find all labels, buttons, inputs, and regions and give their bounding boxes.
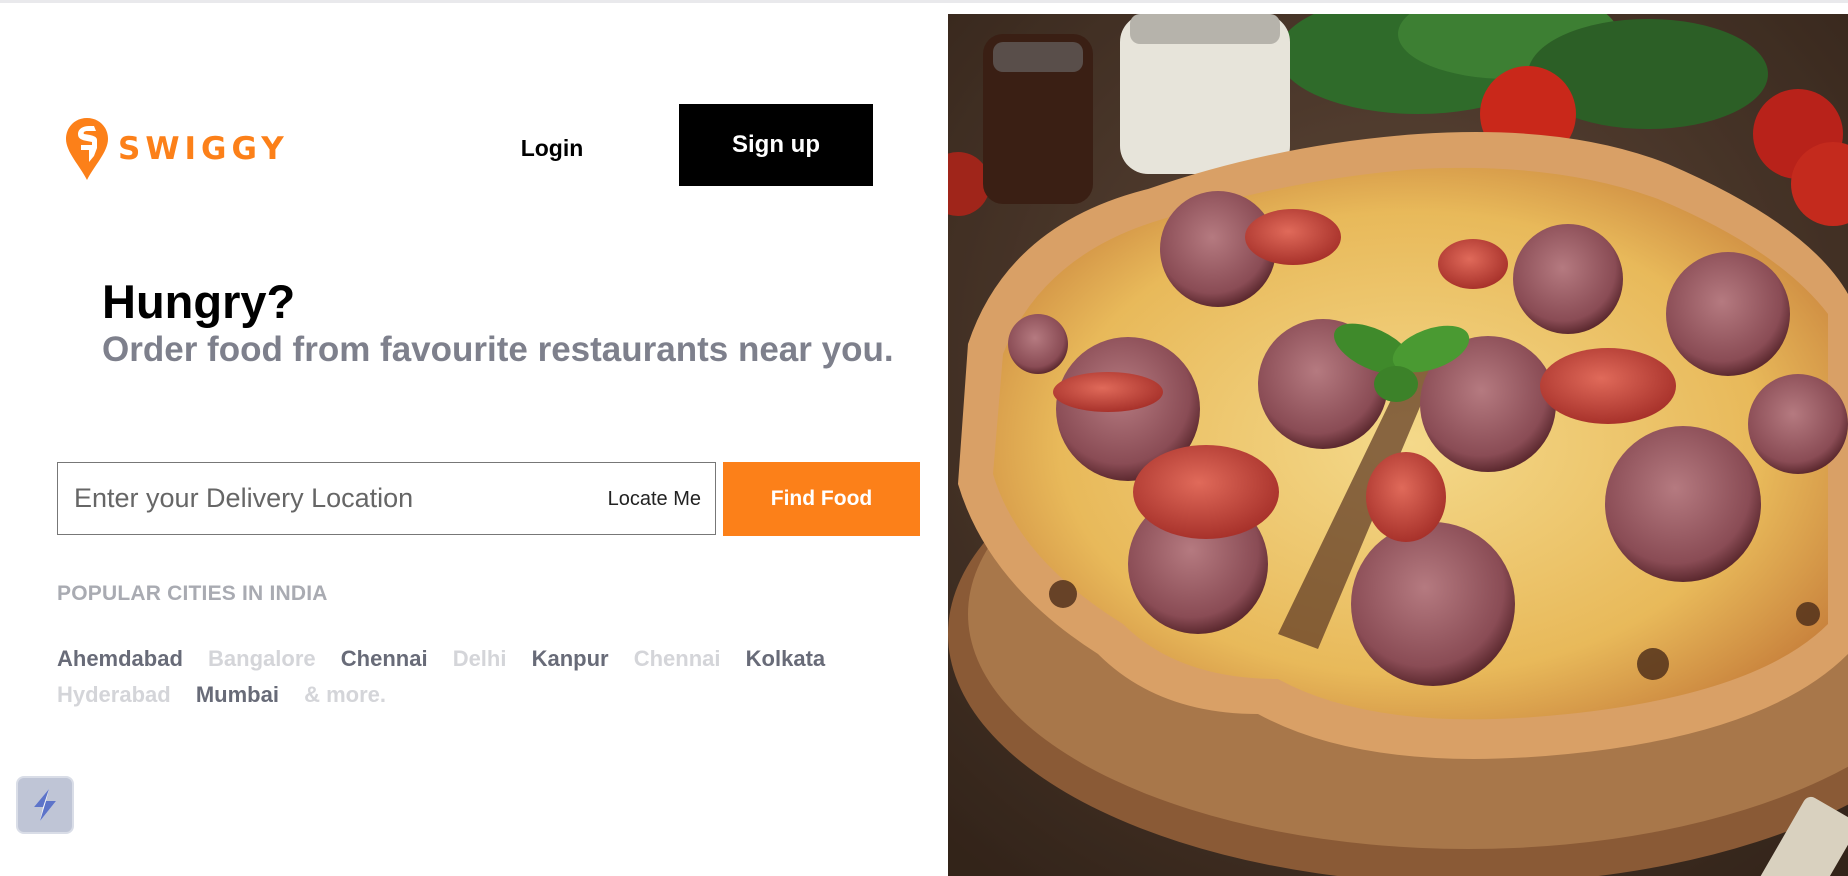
- delivery-location-input[interactable]: [74, 463, 574, 533]
- city-link-more[interactable]: & more.: [304, 677, 386, 713]
- city-link-mumbai[interactable]: Mumbai: [196, 677, 279, 713]
- find-food-button[interactable]: Find Food: [723, 462, 920, 536]
- delivery-location-box: Locate Me: [57, 462, 716, 535]
- page-subtitle: Order food from favourite restaurants ne…: [102, 330, 894, 369]
- city-link-kanpur[interactable]: Kanpur: [532, 641, 609, 677]
- city-link-ahemdabad[interactable]: Ahemdabad: [57, 641, 183, 677]
- swiggy-pin-logo-icon: [66, 118, 108, 180]
- lightning-bolt-icon: [34, 789, 56, 821]
- city-link-chennai-2[interactable]: Chennai: [634, 641, 721, 677]
- city-link-kolkata[interactable]: Kolkata: [746, 641, 825, 677]
- brand-logo[interactable]: SWIGGY: [66, 118, 289, 180]
- popular-cities-list: Ahemdabad Bangalore Chennai Delhi Kanpur…: [57, 641, 877, 713]
- left-panel: SWIGGY Login Sign up Hungry? Order food …: [0, 0, 948, 876]
- city-link-hyderabad[interactable]: Hyderabad: [57, 677, 171, 713]
- pizza-photo-illustration: [948, 14, 1848, 876]
- signup-button[interactable]: Sign up: [679, 104, 873, 186]
- login-button[interactable]: Login: [500, 121, 604, 175]
- city-link-delhi[interactable]: Delhi: [453, 641, 507, 677]
- floating-widget-button[interactable]: [16, 776, 74, 834]
- city-link-chennai[interactable]: Chennai: [341, 641, 428, 677]
- page-title: Hungry?: [102, 275, 296, 328]
- city-link-bangalore[interactable]: Bangalore: [208, 641, 316, 677]
- locate-me-button[interactable]: Locate Me: [608, 463, 701, 536]
- popular-cities-heading: POPULAR CITIES IN INDIA: [57, 582, 328, 605]
- brand-name: SWIGGY: [118, 131, 289, 167]
- hero-pizza-image: [948, 14, 1848, 876]
